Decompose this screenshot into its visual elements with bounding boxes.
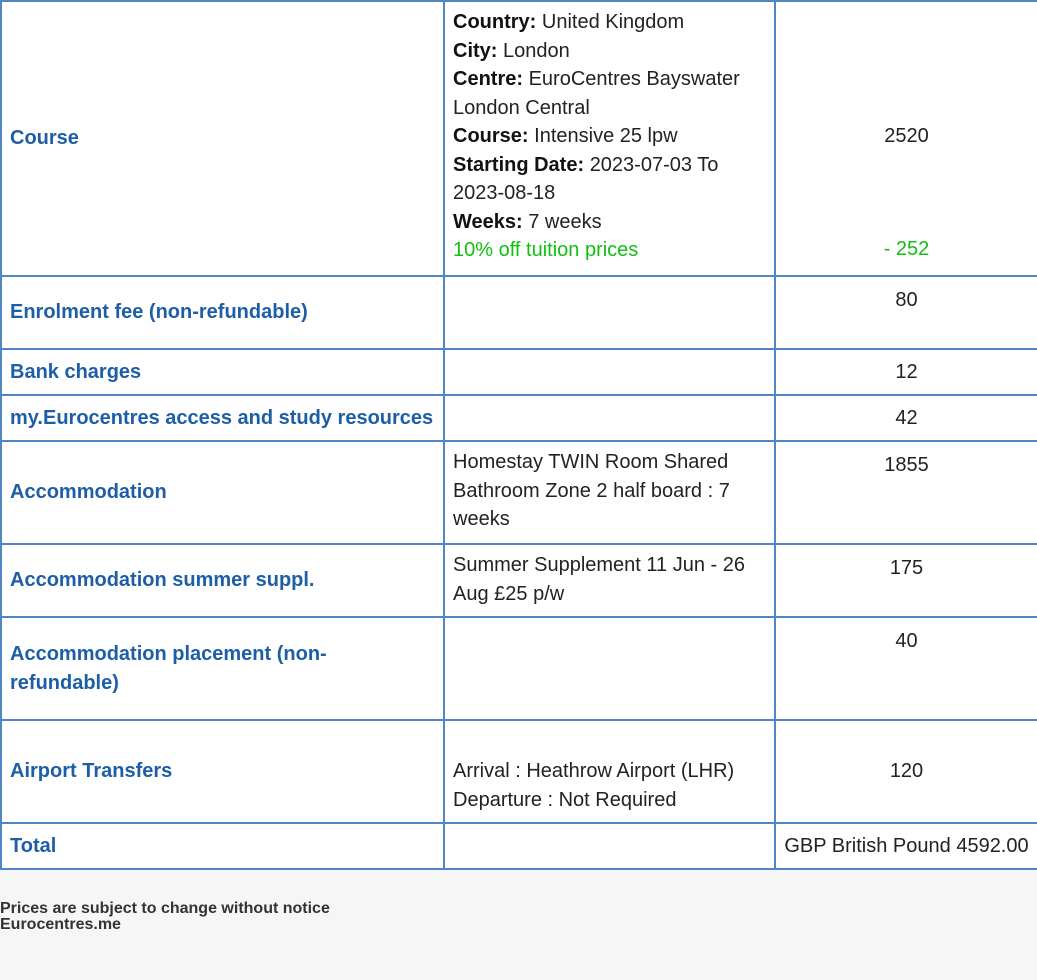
resources-detail: [443, 394, 776, 442]
table-row-resources: my.Eurocentres access and study resource…: [0, 394, 1037, 442]
airport-detail: Arrival : Heathrow Airport (LHR) Departu…: [443, 719, 776, 824]
course-discount: - 252: [883, 238, 930, 260]
accommodation-detail: Homestay TWIN Room Shared Bathroom Zone …: [443, 440, 776, 545]
table-row-accommodation: Accommodation Homestay TWIN Room Shared …: [0, 440, 1037, 545]
country-key: Country:: [453, 11, 537, 33]
enrolment-price: 80: [774, 275, 1037, 350]
country-line: Country: United Kingdom: [453, 8, 766, 37]
course-price-cell: 2520 - 252: [774, 0, 1037, 277]
centre-key: Centre:: [453, 68, 524, 90]
course-key: Course:: [453, 125, 529, 147]
footer: Prices are subject to change without not…: [0, 901, 330, 933]
departure-line: Departure : Not Required: [453, 788, 677, 811]
summer-label: Accommodation summer suppl.: [0, 543, 445, 618]
accommodation-price: 1855: [774, 440, 1037, 545]
table-row-bank: Bank charges 12: [0, 348, 1037, 396]
price-notice: Prices are subject to change without not…: [0, 900, 330, 917]
bank-price: 12: [774, 348, 1037, 396]
city-value: London: [503, 39, 570, 62]
placement-detail: [443, 616, 776, 721]
resources-price: 42: [774, 394, 1037, 442]
table-row-placement: Accommodation placement (non-refundable)…: [0, 616, 1037, 721]
course-value: Intensive 25 lpw: [534, 125, 678, 147]
course-line: Course: Intensive 25 lpw: [453, 122, 766, 151]
course-details: Country: United Kingdom City: London Cen…: [443, 0, 776, 277]
total-price: GBP British Pound 4592.00: [774, 822, 1037, 870]
centre-line: Centre: EuroCentres Bayswater London Cen…: [453, 65, 766, 122]
price-quote-table: Course Country: United Kingdom City: Lon…: [0, 0, 1037, 870]
summer-price: 175: [774, 543, 1037, 618]
placement-price: 40: [774, 616, 1037, 721]
weeks-key: Weeks:: [453, 210, 523, 233]
city-key: City:: [453, 39, 498, 62]
bank-label: Bank charges: [0, 348, 445, 396]
table-row-airport: Airport Transfers Arrival : Heathrow Air…: [0, 719, 1037, 824]
starting-date-line: Starting Date: 2023-07-03 To 2023-08-18: [453, 151, 766, 208]
resources-label: my.Eurocentres access and study resource…: [0, 394, 445, 442]
course-label: Course: [0, 0, 445, 277]
airport-price: 120: [774, 719, 1037, 824]
summer-detail: Summer Supplement 11 Jun - 26 Aug £25 p/…: [443, 543, 776, 618]
total-label: Total: [0, 822, 445, 870]
city-line: City: London: [453, 37, 766, 66]
course-price: 2520: [884, 125, 929, 147]
site-name: Eurocentres.me: [0, 916, 121, 933]
arrival-line: Arrival : Heathrow Airport (LHR): [453, 760, 735, 782]
accommodation-label: Accommodation: [0, 440, 445, 545]
starting-date-key: Starting Date:: [453, 153, 585, 176]
table-row-course: Course Country: United Kingdom City: Lon…: [0, 0, 1037, 277]
table-row-summer: Accommodation summer suppl. Summer Suppl…: [0, 543, 1037, 618]
airport-label: Airport Transfers: [0, 719, 445, 824]
weeks-line: Weeks: 7 weeks: [453, 208, 766, 237]
table-row-enrolment: Enrolment fee (non-refundable) 80: [0, 275, 1037, 350]
enrolment-label: Enrolment fee (non-refundable): [0, 275, 445, 350]
weeks-value: 7 weeks: [528, 210, 602, 233]
discount-note: 10% off tuition prices: [453, 239, 639, 261]
bank-detail: [443, 348, 776, 396]
total-detail: [443, 822, 776, 870]
table-row-total: Total GBP British Pound 4592.00: [0, 822, 1037, 870]
country-value: United Kingdom: [541, 11, 685, 33]
enrolment-detail: [443, 275, 776, 350]
placement-label: Accommodation placement (non-refundable): [0, 616, 445, 721]
